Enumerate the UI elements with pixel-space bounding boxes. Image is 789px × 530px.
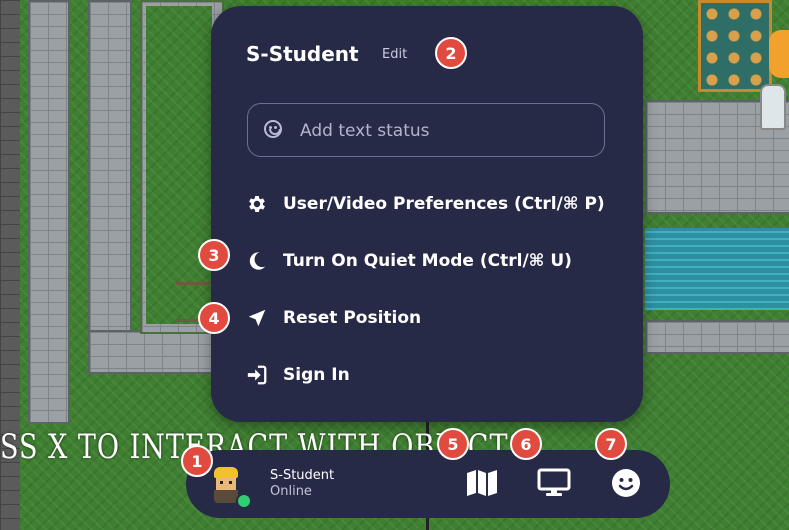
callout-badge-6: 6 <box>510 428 542 460</box>
stone-ledge <box>645 320 789 354</box>
gear-icon <box>245 192 269 216</box>
stone-path-left <box>28 0 70 424</box>
edit-name-link[interactable]: Edit <box>382 47 407 62</box>
callout-badge-7: 7 <box>595 428 627 460</box>
text-status-field[interactable] <box>247 103 605 157</box>
emoji-icon <box>611 468 641 502</box>
screen-share-button[interactable] <box>536 467 572 503</box>
menu-item-quiet-mode[interactable]: Turn On Quiet Mode (Ctrl/⌘ U) <box>245 245 572 277</box>
user-name[interactable]: S-Student <box>270 468 334 483</box>
menu-item-reset-position-label: Reset Position <box>283 308 422 328</box>
text-status-input[interactable] <box>298 117 592 145</box>
stone-path-inner <box>88 0 132 334</box>
npc-character <box>760 84 786 130</box>
screen-share-icon <box>537 468 571 502</box>
menu-user-name: S-Student <box>246 42 359 66</box>
menu-item-sign-in[interactable]: Sign In <box>245 359 350 391</box>
water-pool <box>645 228 789 310</box>
menu-item-sign-in-label: Sign In <box>283 365 350 385</box>
user-status: Online <box>270 484 312 499</box>
navigation-arrow-icon <box>245 306 269 330</box>
menu-item-preferences[interactable]: User/Video Preferences (Ctrl/⌘ P) <box>245 188 605 220</box>
smiley-icon <box>264 120 282 138</box>
callout-badge-5: 5 <box>437 428 469 460</box>
moon-icon <box>245 249 269 273</box>
callout-badge-4: 4 <box>198 302 230 334</box>
menu-item-preferences-label: User/Video Preferences (Ctrl/⌘ P) <box>283 194 605 214</box>
patterned-carpet <box>698 0 772 92</box>
grass-patch <box>146 6 212 324</box>
orange-object <box>769 30 789 78</box>
menu-item-reset-position[interactable]: Reset Position <box>245 302 421 334</box>
map-button[interactable] <box>464 467 500 503</box>
callout-badge-3: 3 <box>198 239 230 271</box>
menu-item-quiet-mode-label: Turn On Quiet Mode (Ctrl/⌘ U) <box>283 251 572 271</box>
online-status-dot <box>236 493 252 509</box>
emoji-button[interactable] <box>608 467 644 503</box>
sign-in-icon <box>245 363 269 387</box>
callout-badge-2: 2 <box>435 37 467 69</box>
bottom-toolbar: S-Student Online <box>186 450 670 518</box>
callout-badge-1: 1 <box>181 445 213 477</box>
map-icon <box>466 468 498 502</box>
user-menu-popup: S-Student Edit User/Video Preferences (C… <box>211 6 643 422</box>
